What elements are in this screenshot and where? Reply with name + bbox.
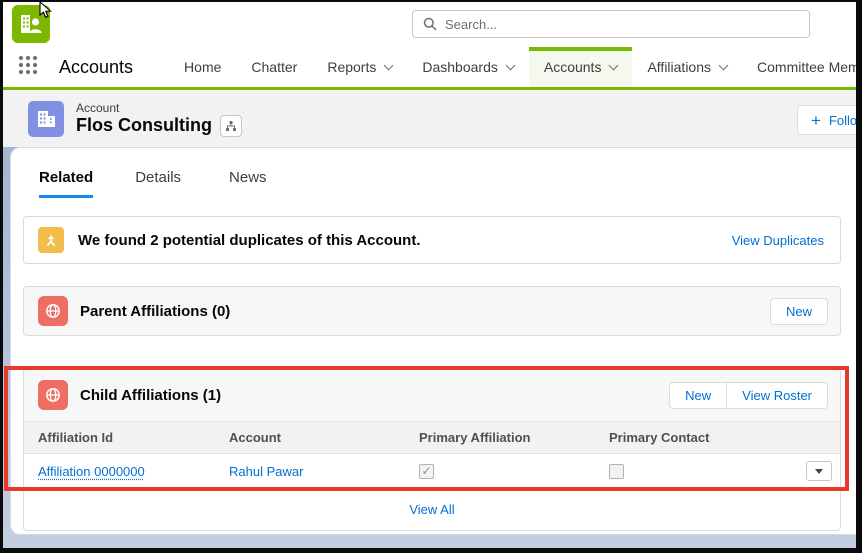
plus-icon: + bbox=[811, 112, 821, 129]
col-primary-affiliation: Primary Affiliation bbox=[419, 430, 609, 445]
nav-tab-accounts[interactable]: Accounts bbox=[529, 47, 633, 87]
nav-tab-chatter[interactable]: Chatter bbox=[236, 47, 312, 87]
col-account: Account bbox=[229, 430, 419, 445]
duplicates-banner: We found 2 potential duplicates of this … bbox=[23, 216, 841, 264]
nav-tab-home[interactable]: Home bbox=[169, 47, 236, 87]
tab-related[interactable]: Related bbox=[39, 169, 93, 198]
nav-bar: Accounts Home Chatter Reports Dashboards… bbox=[3, 47, 856, 90]
record-tabstrip: Related Details News bbox=[11, 148, 856, 198]
col-primary-contact: Primary Contact bbox=[609, 430, 794, 445]
tab-details[interactable]: Details bbox=[135, 169, 181, 198]
nav-tabs: Home Chatter Reports Dashboards Accounts… bbox=[169, 47, 862, 87]
hierarchy-button[interactable] bbox=[220, 115, 242, 137]
chevron-down-icon bbox=[719, 60, 729, 70]
follow-button[interactable]: + Follow bbox=[797, 105, 862, 135]
table-header-row: Affiliation Id Account Primary Affiliati… bbox=[24, 421, 840, 454]
caret-down-icon bbox=[815, 469, 823, 474]
app-launcher-icon[interactable] bbox=[19, 56, 37, 78]
record-title: Flos Consulting bbox=[76, 115, 212, 136]
chevron-down-icon bbox=[505, 60, 515, 70]
global-search[interactable] bbox=[412, 10, 810, 38]
nav-tab-committee-membership[interactable]: Committee Membership bbox=[742, 47, 862, 87]
affiliation-id-link[interactable]: Affiliation 0000000 bbox=[38, 464, 229, 479]
duplicates-message: We found 2 potential duplicates of this … bbox=[78, 232, 421, 249]
hierarchy-icon bbox=[225, 120, 237, 132]
affiliation-globe-icon bbox=[38, 296, 68, 326]
search-icon bbox=[423, 17, 437, 31]
primary-contact-checkbox[interactable] bbox=[609, 464, 624, 479]
search-input[interactable] bbox=[445, 17, 799, 32]
record-header: Account Flos Consulting + Follow bbox=[3, 90, 856, 147]
app-window: Accounts Home Chatter Reports Dashboards… bbox=[0, 0, 862, 553]
table-row: Affiliation 0000000 Rahul Pawar bbox=[24, 454, 840, 488]
child-affiliations-section: Child Affiliations (1) New View Roster A… bbox=[23, 368, 841, 531]
nav-tab-reports[interactable]: Reports bbox=[312, 47, 407, 87]
child-affiliations-title: Child Affiliations (1) bbox=[80, 387, 221, 404]
affiliation-globe-icon bbox=[38, 380, 68, 410]
merge-duplicates-icon bbox=[38, 227, 64, 253]
nav-tab-affiliations[interactable]: Affiliations bbox=[632, 47, 742, 87]
main-area: Related Details News We found 2 potentia… bbox=[3, 147, 856, 548]
global-header bbox=[3, 2, 856, 47]
parent-affiliations-section: Parent Affiliations (0) New bbox=[23, 286, 841, 336]
record-meta: Account Flos Consulting bbox=[76, 101, 242, 137]
view-all-link[interactable]: View All bbox=[409, 502, 454, 517]
view-duplicates-link[interactable]: View Duplicates bbox=[732, 233, 824, 248]
child-affiliations-footer: View All bbox=[24, 488, 840, 530]
account-link[interactable]: Rahul Pawar bbox=[229, 464, 419, 479]
col-affiliation-id: Affiliation Id bbox=[38, 430, 229, 445]
chevron-down-icon bbox=[609, 60, 619, 70]
chevron-down-icon bbox=[384, 60, 394, 70]
view-roster-button[interactable]: View Roster bbox=[727, 382, 828, 409]
mouse-cursor-icon bbox=[39, 1, 53, 19]
entity-label: Account bbox=[76, 101, 242, 115]
row-actions-button[interactable] bbox=[806, 461, 832, 481]
parent-affiliations-title: Parent Affiliations (0) bbox=[80, 303, 230, 320]
building-icon bbox=[34, 107, 58, 131]
child-affiliations-header: Child Affiliations (1) New View Roster bbox=[24, 369, 840, 421]
account-icon bbox=[28, 101, 64, 137]
app-name: Accounts bbox=[59, 57, 133, 78]
record-card: Related Details News We found 2 potentia… bbox=[10, 147, 856, 535]
nav-tab-dashboards[interactable]: Dashboards bbox=[407, 47, 529, 87]
parent-new-button[interactable]: New bbox=[770, 298, 828, 325]
child-new-button[interactable]: New bbox=[669, 382, 727, 409]
primary-affiliation-checkbox[interactable] bbox=[419, 464, 434, 479]
tab-news[interactable]: News bbox=[229, 169, 267, 198]
